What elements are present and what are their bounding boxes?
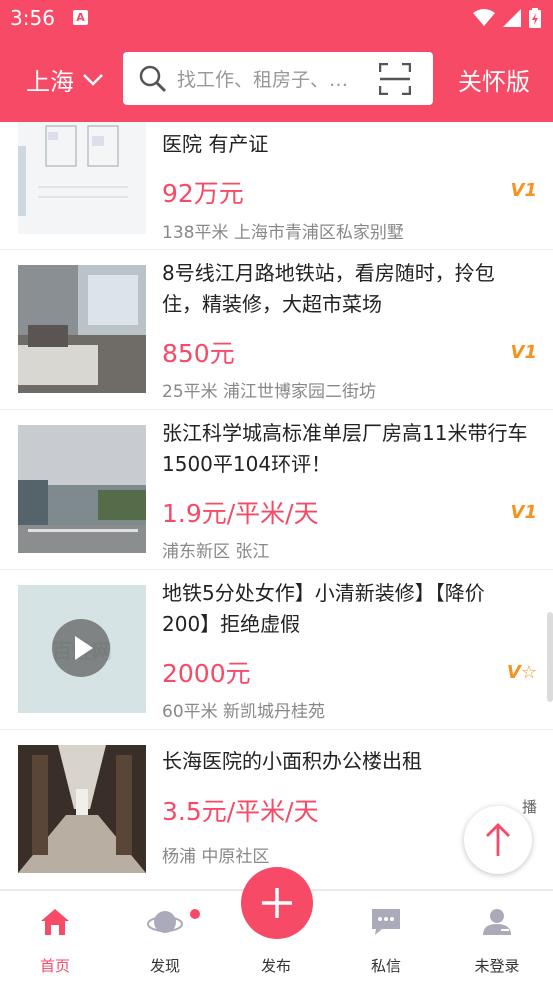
- listing-price: 1.9元/平米/天: [162, 499, 319, 528]
- listing-price: 92万元: [162, 179, 244, 208]
- listing-thumbnail: [18, 425, 146, 553]
- listing-item[interactable]: 8号线江月路地铁站，看房随时，拎包住，精装修，大超市菜场 850元 V1 25平…: [0, 250, 553, 410]
- battery-icon: [529, 8, 541, 28]
- nav-discover[interactable]: 发现: [120, 891, 210, 985]
- signal-icon: [503, 9, 521, 27]
- planet-icon: [147, 911, 183, 933]
- nav-messages-label: 私信: [370, 957, 401, 975]
- listing-meta: 25平米 浦江世博家园二街坊: [162, 382, 377, 402]
- listing-title: 长海医院的小面积办公楼出租: [162, 749, 422, 773]
- listing-item[interactable]: 长海医院的小面积办公楼出租 3.5元/平米/天 播 杨浦 中原社区: [0, 730, 553, 890]
- play-icon[interactable]: [52, 619, 110, 677]
- listing-title: 张江科学城高标准单层厂房高11米带行车1500平104环评！: [162, 421, 528, 476]
- scan-icon[interactable]: [379, 63, 411, 95]
- listing-price: 2000元: [162, 659, 251, 688]
- listing-meta: 杨浦 中原社区: [162, 847, 270, 867]
- nav-discover-label: 发现: [149, 957, 180, 975]
- city-selector[interactable]: 上海: [26, 62, 104, 97]
- nav-profile-label: 未登录: [474, 957, 520, 975]
- nav-home[interactable]: 首页: [10, 891, 100, 985]
- system-icons: [473, 8, 541, 28]
- listing-title: 一楼送帝花园二楼送阁楼 靠近吾泰龙 甲医院 有产证: [162, 122, 515, 156]
- nav-publish[interactable]: 发布: [231, 867, 321, 985]
- listing-thumbnail: [18, 265, 146, 393]
- plus-icon: [262, 888, 292, 918]
- message-icon: [372, 909, 400, 935]
- vip-badge: V☆: [506, 662, 537, 683]
- listing-title: 地铁5分处女作】小清新装修】【降价200】拒绝虚假: [162, 581, 485, 636]
- publish-button[interactable]: [241, 867, 313, 939]
- nav-publish-label: 发布: [260, 957, 291, 975]
- vip-badge: V1: [510, 342, 537, 363]
- status-bar: 3:56 A: [0, 0, 553, 38]
- listing-meta: 浦东新区 张江: [162, 542, 270, 562]
- listing-item[interactable]: 百姓网 地铁5分处女作】小清新装修】【降价200】拒绝虚假 2000元 V☆ 6…: [0, 570, 553, 730]
- scrollbar[interactable]: [547, 612, 553, 702]
- arrow-up-icon: [486, 823, 510, 856]
- user-icon: [483, 909, 511, 935]
- bottom-nav: 首页 发现 发布 私信 未登录: [0, 867, 553, 985]
- nav-profile[interactable]: 未登录: [452, 891, 542, 985]
- listing-price: 3.5元/平米/天: [162, 797, 319, 826]
- city-label: 上海: [26, 68, 74, 96]
- live-badge: 播: [521, 798, 537, 816]
- search-input[interactable]: 找工作、租房子、…: [123, 52, 433, 105]
- home-icon: [41, 909, 69, 935]
- nav-home-label: 首页: [39, 957, 70, 975]
- listing-thumbnail: [18, 122, 146, 234]
- unread-dot: [190, 909, 200, 919]
- nav-messages[interactable]: 私信: [341, 891, 431, 985]
- listing-price: 850元: [162, 339, 235, 368]
- back-to-top-button[interactable]: [464, 806, 532, 874]
- care-mode-button[interactable]: 关怀版: [458, 62, 530, 97]
- listing-title: 8号线江月路地铁站，看房随时，拎包住，精装修，大超市菜场: [162, 261, 495, 316]
- vip-badge: V1: [510, 502, 537, 523]
- status-time: 3:56: [10, 6, 55, 30]
- listing-meta: 138平米 上海市青浦区私家别墅: [162, 223, 404, 243]
- vip-badge: V1: [510, 180, 537, 201]
- listing-feed: 一楼送帝花园二楼送阁楼 靠近吾泰龙 甲医院 有产证 92万元 V1 138平米 …: [0, 122, 553, 890]
- app-header: 上海 找工作、租房子、… 关怀版: [0, 38, 553, 122]
- search-icon: [139, 65, 167, 92]
- chevron-down-icon: [83, 73, 103, 86]
- listing-thumbnail: 百姓网: [18, 585, 146, 713]
- listing-item[interactable]: 一楼送帝花园二楼送阁楼 靠近吾泰龙 甲医院 有产证 92万元 V1 138平米 …: [0, 122, 553, 250]
- notification-icon: A: [73, 10, 88, 25]
- listing-item[interactable]: 张江科学城高标准单层厂房高11米带行车1500平104环评！ 1.9元/平米/天…: [0, 410, 553, 570]
- listing-meta: 60平米 新凯城丹桂苑: [162, 702, 326, 722]
- listing-thumbnail: [18, 745, 146, 873]
- search-placeholder: 找工作、租房子、…: [177, 69, 349, 91]
- wifi-icon: [473, 9, 495, 26]
